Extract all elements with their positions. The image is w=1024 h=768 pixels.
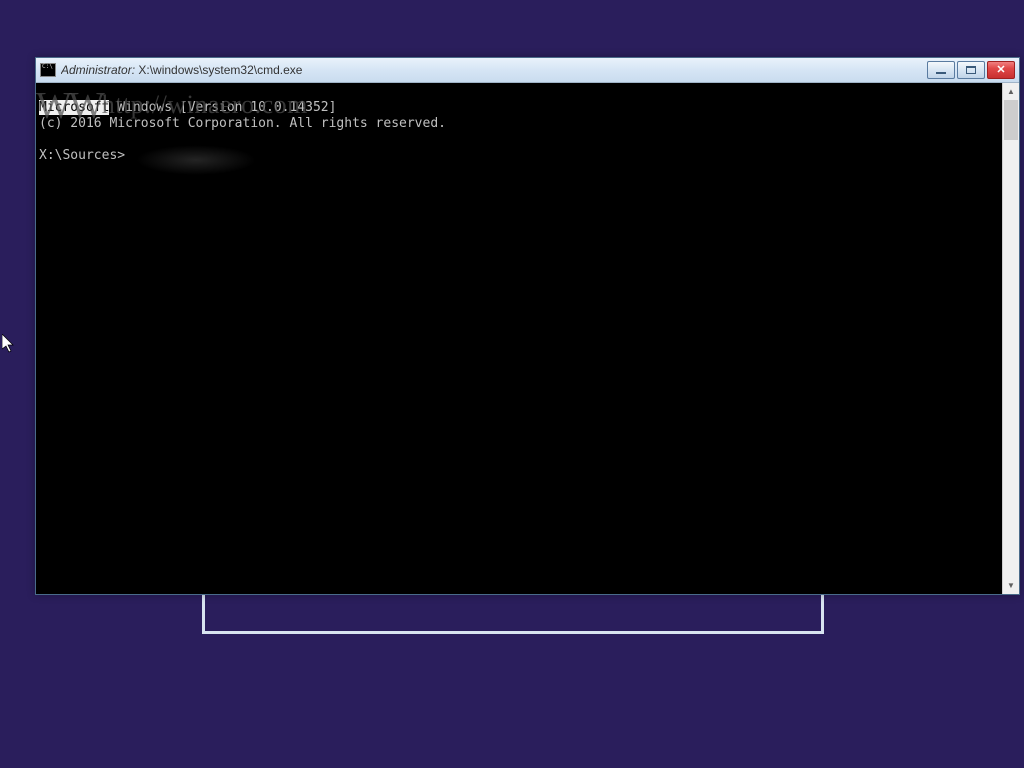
chevron-up-icon: ▲: [1007, 87, 1015, 96]
close-icon: ✕: [996, 65, 1005, 76]
cmd-icon: [40, 63, 56, 77]
copyright-line: (c) 2016 Microsoft Corporation. All righ…: [39, 116, 446, 131]
command-prompt-window: Administrator: X:\windows\system32\cmd.e…: [35, 57, 1020, 595]
console-output[interactable]: Microsoft Windows [Version 10.0.14352] (…: [36, 83, 1002, 594]
console-selection[interactable]: Microsoft: [39, 100, 109, 115]
admin-prefix: Administrator:: [61, 63, 135, 77]
mouse-cursor: [2, 334, 16, 354]
scroll-thumb[interactable]: [1004, 100, 1018, 140]
scroll-down-arrow[interactable]: ▼: [1003, 577, 1019, 594]
window-title: Administrator: X:\windows\system32\cmd.e…: [61, 63, 927, 77]
maximize-button[interactable]: [957, 61, 985, 79]
scroll-up-arrow[interactable]: ▲: [1003, 83, 1019, 100]
maximize-icon: [966, 66, 976, 74]
version-line-rest: Windows [Version 10.0.14352]: [109, 100, 336, 115]
title-path: X:\windows\system32\cmd.exe: [138, 63, 302, 77]
scroll-track[interactable]: [1003, 100, 1019, 577]
window-controls: ✕: [927, 61, 1015, 79]
vertical-scrollbar[interactable]: ▲ ▼: [1002, 83, 1019, 594]
console-area: Microsoft Windows [Version 10.0.14352] (…: [36, 83, 1019, 594]
chevron-down-icon: ▼: [1007, 581, 1015, 590]
minimize-icon: [936, 72, 946, 74]
minimize-button[interactable]: [927, 61, 955, 79]
close-button[interactable]: ✕: [987, 61, 1015, 79]
window-titlebar[interactable]: Administrator: X:\windows\system32\cmd.e…: [36, 58, 1019, 83]
prompt-line[interactable]: X:\Sources>: [39, 148, 125, 163]
blur-artifact: [136, 145, 256, 175]
